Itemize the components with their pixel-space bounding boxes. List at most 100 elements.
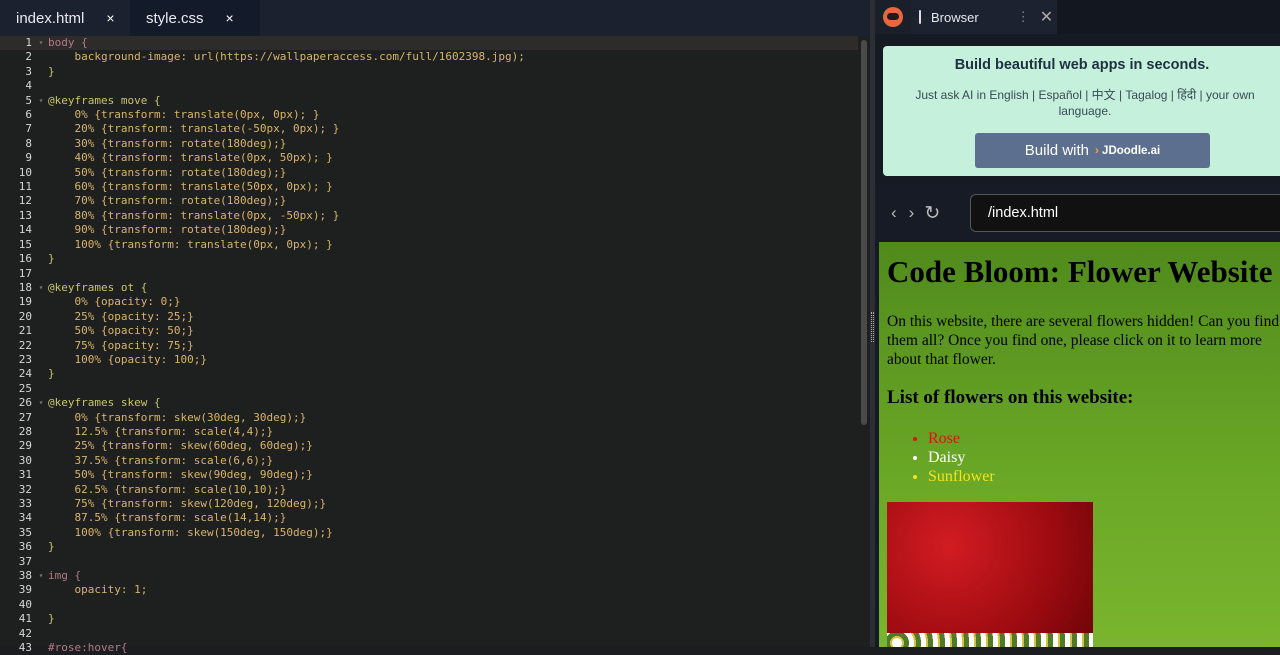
fold-arrow-icon[interactable] — [34, 310, 48, 324]
code-line[interactable]: 13 80% {transform: translate(0px, -50px)… — [0, 209, 858, 223]
fold-arrow-icon[interactable] — [34, 511, 48, 525]
code-line[interactable]: 24} — [0, 367, 858, 381]
fold-arrow-icon[interactable] — [34, 468, 48, 482]
fold-arrow-icon[interactable] — [34, 295, 48, 309]
code-line[interactable]: 8 30% {transform: rotate(180deg);} — [0, 137, 858, 151]
code-line[interactable]: 40 — [0, 598, 858, 612]
code-line[interactable]: 33 75% {transform: skew(120deg, 120deg);… — [0, 497, 858, 511]
code-line[interactable]: 17 — [0, 267, 858, 281]
fold-arrow-icon[interactable] — [34, 79, 48, 93]
back-icon[interactable]: ‹ — [891, 203, 897, 223]
fold-arrow-icon[interactable]: ▾ — [34, 94, 48, 108]
fold-arrow-icon[interactable] — [34, 411, 48, 425]
code-line[interactable]: 29 25% {transform: skew(60deg, 60deg);} — [0, 439, 858, 453]
fold-arrow-icon[interactable] — [34, 382, 48, 396]
fold-arrow-icon[interactable] — [34, 166, 48, 180]
fold-arrow-icon[interactable] — [34, 526, 48, 540]
code-line[interactable]: 41} — [0, 612, 858, 626]
fold-arrow-icon[interactable] — [34, 267, 48, 281]
fold-arrow-icon[interactable] — [34, 50, 48, 64]
close-icon[interactable]: ✕ — [1040, 7, 1053, 27]
code-line[interactable]: 2 background-image: url(https://wallpape… — [0, 50, 858, 64]
code-line[interactable]: 25 — [0, 382, 858, 396]
code-line[interactable]: 20 25% {opacity: 25;} — [0, 310, 858, 324]
daisy-image[interactable] — [887, 633, 1093, 647]
fold-arrow-icon[interactable] — [34, 108, 48, 122]
code-line[interactable]: 4 — [0, 79, 858, 93]
fold-arrow-icon[interactable] — [34, 223, 48, 237]
code-line[interactable]: 14 90% {transform: rotate(180deg);} — [0, 223, 858, 237]
fold-arrow-icon[interactable] — [34, 122, 48, 136]
code-area[interactable]: 1 ▾ body {2 background-image: url(https://… — [0, 36, 858, 654]
code-line[interactable]: 27 0% {transform: skew(30deg, 30deg);} — [0, 411, 858, 425]
fold-arrow-icon[interactable] — [34, 612, 48, 626]
fold-arrow-icon[interactable] — [34, 339, 48, 353]
code-line[interactable]: 31 50% {transform: skew(90deg, 90deg);} — [0, 468, 858, 482]
code-line[interactable]: 28 12.5% {transform: scale(4,4);} — [0, 425, 858, 439]
code-line[interactable]: 12 70% {transform: rotate(180deg);} — [0, 194, 858, 208]
forward-icon[interactable]: › — [909, 203, 915, 223]
fold-arrow-icon[interactable] — [34, 151, 48, 165]
fold-arrow-icon[interactable]: ▾ — [34, 281, 48, 295]
fold-arrow-icon[interactable] — [34, 425, 48, 439]
code-line[interactable]: 35 100% {transform: skew(150deg, 150deg)… — [0, 526, 858, 540]
code-line[interactable]: 22 75% {opacity: 75;} — [0, 339, 858, 353]
fold-arrow-icon[interactable] — [34, 180, 48, 194]
code-line[interactable]: 32 62.5% {transform: scale(10,10);} — [0, 483, 858, 497]
code-line[interactable]: 21 50% {opacity: 50;} — [0, 324, 858, 338]
fold-arrow-icon[interactable] — [34, 454, 48, 468]
reload-icon[interactable]: ↻ — [924, 202, 940, 225]
url-input[interactable]: /index.html — [970, 194, 1280, 232]
fold-arrow-icon[interactable] — [34, 65, 48, 79]
tab-style-css[interactable]: style.css × — [130, 0, 260, 36]
code-line[interactable]: 3} — [0, 65, 858, 79]
fold-arrow-icon[interactable]: ▾ — [34, 569, 48, 583]
close-icon[interactable]: × — [226, 10, 234, 26]
fold-arrow-icon[interactable] — [34, 367, 48, 381]
code-line[interactable]: 19 0% {opacity: 0;} — [0, 295, 858, 309]
code-line[interactable]: 5 ▾ @keyframes move { — [0, 94, 858, 108]
code-line[interactable]: 10 50% {transform: rotate(180deg);} — [0, 166, 858, 180]
code-line[interactable]: 39 opacity: 1; — [0, 583, 858, 597]
code-line[interactable]: 37 — [0, 555, 858, 569]
fold-arrow-icon[interactable] — [34, 627, 48, 641]
code-line[interactable]: 36} — [0, 540, 858, 554]
build-with-jdoodle-button[interactable]: Build with › JDoodle.ai — [975, 133, 1210, 168]
fold-arrow-icon[interactable] — [34, 209, 48, 223]
code-line[interactable]: 7 20% {transform: translate(-50px, 0px);… — [0, 122, 858, 136]
fold-arrow-icon[interactable] — [34, 238, 48, 252]
code-line[interactable]: 26 ▾ @keyframes skew { — [0, 396, 858, 410]
more-icon[interactable]: ⋮ — [1017, 9, 1030, 25]
code-line[interactable]: 15 100% {transform: translate(0px, 0px);… — [0, 238, 858, 252]
fold-arrow-icon[interactable]: ▾ — [34, 36, 48, 50]
fold-arrow-icon[interactable] — [34, 252, 48, 266]
code-line[interactable]: 16} — [0, 252, 858, 266]
code-line[interactable]: 34 87.5% {transform: scale(14,14);} — [0, 511, 858, 525]
fold-arrow-icon[interactable] — [34, 540, 48, 554]
rose-image[interactable] — [887, 502, 1093, 647]
code-line[interactable]: 9 40% {transform: translate(0px, 50px); … — [0, 151, 858, 165]
code-line[interactable]: 30 37.5% {transform: scale(6,6);} — [0, 454, 858, 468]
fold-arrow-icon[interactable] — [34, 324, 48, 338]
fold-arrow-icon[interactable] — [34, 555, 48, 569]
vertical-scrollbar[interactable] — [861, 40, 867, 425]
fold-arrow-icon[interactable] — [34, 439, 48, 453]
fold-arrow-icon[interactable] — [34, 583, 48, 597]
code-line[interactable]: 1 ▾ body { — [0, 36, 858, 51]
fold-arrow-icon[interactable] — [34, 353, 48, 367]
fold-arrow-icon[interactable] — [34, 194, 48, 208]
code-line[interactable]: 11 60% {transform: translate(50px, 0px);… — [0, 180, 858, 194]
fold-arrow-icon[interactable] — [34, 641, 48, 655]
code-line[interactable]: 18 ▾ @keyframes ot { — [0, 281, 858, 295]
fold-arrow-icon[interactable] — [34, 598, 48, 612]
fold-arrow-icon[interactable] — [34, 483, 48, 497]
code-line[interactable]: 38 ▾ img { — [0, 569, 858, 583]
browser-tab[interactable]: Browser ⋮ ✕ — [911, 0, 1057, 34]
close-icon[interactable]: × — [106, 10, 114, 26]
code-line[interactable]: 6 0% {transform: translate(0px, 0px); } — [0, 108, 858, 122]
fold-arrow-icon[interactable] — [34, 137, 48, 151]
splitter-grip-icon[interactable] — [871, 312, 874, 342]
code-line[interactable]: 23 100% {opacity: 100;} — [0, 353, 858, 367]
code-line[interactable]: 42 — [0, 627, 858, 641]
fold-arrow-icon[interactable]: ▾ — [34, 396, 48, 410]
